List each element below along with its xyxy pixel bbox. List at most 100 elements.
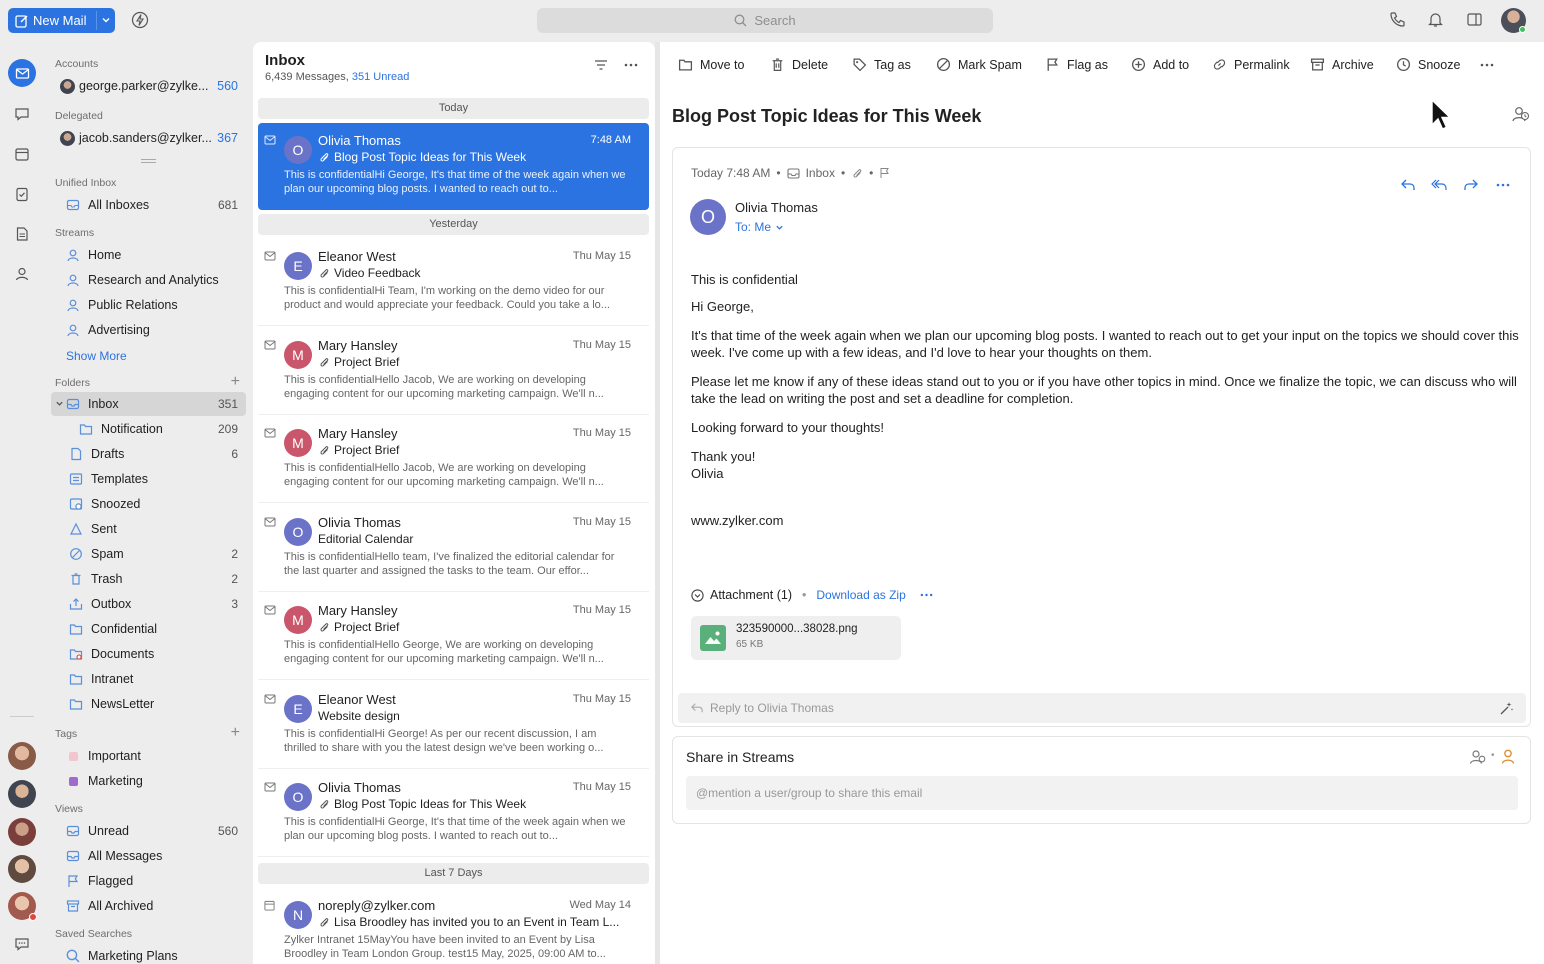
sidebar-item-tag[interactable]: Important xyxy=(51,744,246,768)
add-tag-icon[interactable]: + xyxy=(231,724,240,742)
chevron-down-icon[interactable] xyxy=(55,399,64,408)
archive-button[interactable]: Archive xyxy=(1310,57,1374,72)
calendar-icon[interactable] xyxy=(8,140,36,168)
tag-as-button[interactable]: Tag as xyxy=(852,57,911,72)
sidebar-item-stream[interactable]: Public Relations xyxy=(51,293,246,317)
recipients-dropdown[interactable]: To: Me xyxy=(735,220,784,234)
message-row[interactable]: E Eleanor West Thu May 15 Website design Thi… xyxy=(258,682,649,769)
sidebar-item-view[interactable]: Flagged xyxy=(51,869,246,893)
participants-icon[interactable] xyxy=(1511,105,1531,123)
envelope-icon[interactable] xyxy=(264,340,276,350)
account-item[interactable]: george.parker@zylke... 560 xyxy=(51,74,246,98)
sidebar-item-tag[interactable]: Marketing xyxy=(51,769,246,793)
sidebar-item-folder[interactable]: Outbox 3 xyxy=(51,592,246,616)
sidebar-item-stream[interactable]: Home xyxy=(51,243,246,267)
download-zip-link[interactable]: Download as Zip xyxy=(816,588,905,602)
message-row[interactable]: Nnoreply@zylker.com Wed May 14 Lisa Broodl… xyxy=(258,888,649,964)
sidebar-item-view[interactable]: All Archived xyxy=(51,894,246,918)
delegated-account-item[interactable]: jacob.sanders@zylker... 367 xyxy=(51,126,246,150)
group-settings-icon[interactable] xyxy=(1469,748,1487,766)
envelope-icon[interactable] xyxy=(264,782,276,792)
flag-icon[interactable] xyxy=(879,167,890,179)
attachment-file[interactable]: 323590000...38028.png 65 KB xyxy=(691,616,901,660)
attachment-icon[interactable] xyxy=(851,167,863,179)
more-icon[interactable] xyxy=(1493,178,1513,192)
sidebar-item-folder[interactable]: Spam 2 xyxy=(51,542,246,566)
contact-avatar[interactable] xyxy=(8,780,36,808)
sidebar-item-folder[interactable]: Documents xyxy=(51,642,246,666)
notes-icon[interactable] xyxy=(8,220,36,248)
new-mail-button[interactable]: New Mail xyxy=(8,8,115,33)
chat-bubble-icon[interactable] xyxy=(8,930,36,958)
add-to-button[interactable]: Add to xyxy=(1131,57,1189,72)
search-input[interactable]: Search xyxy=(537,8,993,33)
sidebar-item-folder[interactable]: Drafts 6 xyxy=(51,442,246,466)
sidebar-item-folder[interactable]: Confidential xyxy=(51,617,246,641)
reply-all-icon[interactable] xyxy=(1431,178,1447,192)
message-row[interactable]: O Olivia Thomas Thu May 15 Editorial Calend… xyxy=(258,505,649,592)
chat-icon[interactable] xyxy=(8,100,36,128)
delete-button[interactable]: Delete xyxy=(770,57,828,72)
envelope-icon[interactable] xyxy=(264,428,276,438)
flag-as-button[interactable]: Flag as xyxy=(1045,57,1108,72)
unread-count-link[interactable]: 351 Unread xyxy=(352,71,410,83)
message-row[interactable]: M Mary Hansley Thu May 15 Project Brief This… xyxy=(258,416,649,503)
contacts-icon[interactable] xyxy=(8,260,36,288)
envelope-icon[interactable] xyxy=(264,135,276,145)
sidebar-item-folder[interactable]: Inbox 351 xyxy=(51,392,246,416)
person-add-icon[interactable] xyxy=(1501,748,1517,765)
saved-search-item[interactable]: Marketing Plans xyxy=(51,944,246,964)
tasks-icon[interactable] xyxy=(8,180,36,208)
envelope-icon[interactable] xyxy=(264,517,276,527)
attachment-more-icon[interactable] xyxy=(920,593,933,597)
show-more-link[interactable]: Show More xyxy=(66,349,127,363)
more-options-icon[interactable] xyxy=(624,63,638,67)
calendar-icon[interactable] xyxy=(264,900,275,911)
envelope-icon[interactable] xyxy=(264,694,276,704)
resize-handle[interactable] xyxy=(141,159,156,163)
sidebar-item-view[interactable]: Unread 560 xyxy=(51,819,246,843)
sidebar-item-folder[interactable]: Sent xyxy=(51,517,246,541)
bell-icon[interactable] xyxy=(1427,11,1444,28)
more-actions-icon[interactable] xyxy=(1480,63,1494,67)
folder-label[interactable]: Inbox xyxy=(806,166,835,180)
contact-avatar[interactable] xyxy=(8,742,36,770)
move-to-button[interactable]: Move to xyxy=(678,57,744,72)
lightning-icon[interactable] xyxy=(131,11,149,29)
sidebar-item-folder[interactable]: Templates xyxy=(51,467,246,491)
envelope-icon[interactable] xyxy=(264,251,276,261)
contact-avatar[interactable] xyxy=(8,892,37,921)
snooze-button[interactable]: Snooze xyxy=(1396,57,1460,72)
website-link[interactable]: www.zylker.com xyxy=(691,512,1521,529)
all-inboxes-item[interactable]: All Inboxes 681 xyxy=(51,193,246,217)
sidebar-item-stream[interactable]: Research and Analytics xyxy=(51,268,246,292)
mail-icon[interactable] xyxy=(8,59,36,87)
filter-icon[interactable] xyxy=(594,59,608,71)
message-row[interactable]: M Mary Hansley Thu May 15 Project Brief This… xyxy=(258,328,649,415)
sidebar-item-folder[interactable]: Intranet xyxy=(51,667,246,691)
sidebar-item-folder[interactable]: Trash 2 xyxy=(51,567,246,591)
sidebar-item-view[interactable]: All Messages xyxy=(51,844,246,868)
mark-spam-button[interactable]: Mark Spam xyxy=(936,57,1022,72)
phone-icon[interactable] xyxy=(1389,11,1406,28)
sidebar-item-folder[interactable]: Notification 209 xyxy=(51,417,246,441)
sender-name[interactable]: Olivia Thomas xyxy=(735,200,818,215)
forward-icon[interactable] xyxy=(1463,178,1479,192)
reply-icon[interactable] xyxy=(1400,178,1416,192)
message-row[interactable]: O Olivia Thomas 7:48 AM Blog Post Topic Ide… xyxy=(258,123,649,210)
mention-input[interactable]: @mention a user/group to share this emai… xyxy=(686,776,1518,810)
chevron-down-icon[interactable] xyxy=(101,15,111,25)
sidebar-item-folder[interactable]: Snoozed xyxy=(51,492,246,516)
message-row[interactable]: M Mary Hansley Thu May 15 Project Brief This… xyxy=(258,593,649,680)
permalink-button[interactable]: Permalink xyxy=(1212,57,1290,72)
quick-reply-input[interactable]: Reply to Olivia Thomas xyxy=(678,693,1526,723)
user-avatar[interactable] xyxy=(1501,8,1526,33)
panel-icon[interactable] xyxy=(1466,11,1483,28)
magic-wand-icon[interactable] xyxy=(1499,701,1514,716)
sidebar-item-folder[interactable]: NewsLetter xyxy=(51,692,246,716)
message-row[interactable]: O Olivia Thomas Thu May 15 Blog Post Topic … xyxy=(258,770,649,857)
add-folder-icon[interactable]: + xyxy=(231,373,240,391)
collapse-icon[interactable] xyxy=(691,588,704,602)
contact-avatar[interactable] xyxy=(8,818,36,846)
message-row[interactable]: E Eleanor West Thu May 15 Video Feedback Thi… xyxy=(258,239,649,326)
